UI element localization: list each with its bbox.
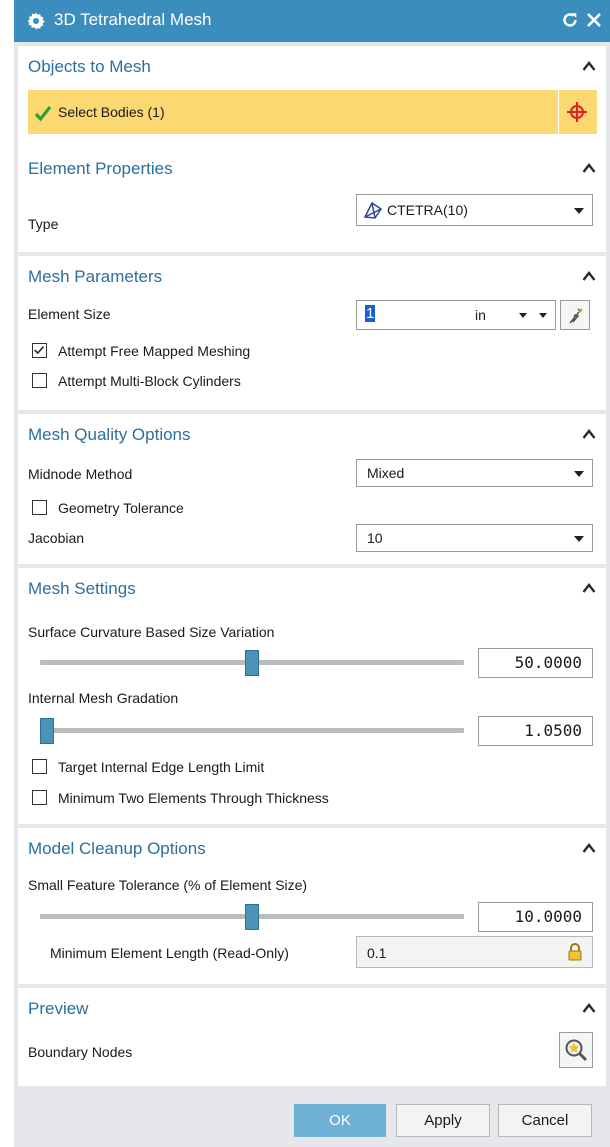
min-element-length-field: 0.1	[356, 936, 593, 968]
element-size-field[interactable]: 1 in	[356, 300, 556, 330]
min-element-length-label: Minimum Element Length (Read-Only)	[50, 945, 289, 961]
element-size-unit[interactable]: in	[475, 307, 486, 323]
collapse-icon[interactable]	[582, 582, 596, 594]
free-mapped-checkbox[interactable]	[32, 343, 47, 358]
jacobian-label: Jacobian	[28, 530, 85, 546]
unit-chevron-icon[interactable]	[519, 313, 527, 318]
collapse-icon[interactable]	[582, 1002, 596, 1014]
small-feature-label: Small Feature Tolerance (% of Element Si…	[28, 877, 308, 893]
collapse-icon[interactable]	[582, 162, 596, 174]
tetra-icon	[363, 201, 383, 219]
internal-gradation-slider[interactable]	[40, 718, 54, 744]
midnode-dropdown[interactable]: Mixed	[356, 459, 593, 487]
collapse-icon[interactable]	[582, 60, 596, 72]
collapse-icon[interactable]	[582, 270, 596, 282]
surface-curvature-label: Surface Curvature Based Size Variation	[28, 624, 275, 640]
preview-title: Preview	[28, 999, 89, 1018]
model-cleanup-panel: Model Cleanup Options Small Feature Tole…	[18, 828, 606, 984]
lock-icon	[568, 943, 582, 961]
chevron-down-icon	[574, 208, 584, 214]
objects-to-mesh-title: Objects to Mesh	[28, 57, 151, 76]
min-two-elements-label: Minimum Two Elements Through Thickness	[58, 790, 329, 806]
magnifier-star-icon	[565, 1039, 588, 1062]
jacobian-dropdown[interactable]: 10	[356, 524, 593, 552]
preview-header[interactable]: Preview	[18, 988, 606, 1030]
mesh-parameters-header[interactable]: Mesh Parameters	[18, 256, 606, 298]
size-assist-button[interactable]	[560, 300, 590, 330]
collapse-icon[interactable]	[582, 428, 596, 440]
multi-block-checkbox[interactable]	[32, 373, 47, 388]
midnode-label: Midnode Method	[28, 466, 133, 482]
select-bodies-label: Select Bodies (1)	[58, 104, 165, 120]
jacobian-value: 10	[367, 530, 383, 546]
select-bodies-row[interactable]: Select Bodies (1)	[28, 90, 597, 134]
geometry-tolerance-checkbox[interactable]	[32, 500, 47, 515]
chevron-down-icon	[574, 471, 584, 477]
small-feature-field[interactable]: 10.0000	[478, 902, 593, 932]
target-edge-checkbox[interactable]	[32, 759, 47, 774]
size-chevron-icon[interactable]	[539, 313, 547, 318]
element-type-dropdown[interactable]: CTETRA(10)	[356, 194, 593, 226]
element-properties-title: Element Properties	[28, 159, 173, 178]
boundary-nodes-label: Boundary Nodes	[28, 1044, 133, 1060]
free-mapped-label: Attempt Free Mapped Meshing	[58, 343, 251, 359]
element-size-label: Element Size	[28, 306, 111, 322]
mesh-settings-title: Mesh Settings	[28, 579, 136, 598]
min-two-elements-checkbox[interactable]	[32, 790, 47, 805]
objects-to-mesh-header[interactable]: Objects to Mesh	[18, 46, 606, 88]
cancel-button[interactable]: Cancel	[498, 1104, 592, 1137]
dialog-title: 3D Tetrahedral Mesh	[54, 10, 212, 29]
preview-panel: Preview Boundary Nodes	[18, 988, 606, 1086]
target-edge-label: Target Internal Edge Length Limit	[58, 759, 265, 775]
apply-button[interactable]: Apply	[396, 1104, 490, 1137]
surface-curvature-slider[interactable]	[245, 650, 259, 676]
collapse-icon[interactable]	[582, 842, 596, 854]
objects-to-mesh-panel: Objects to Mesh Select Bodies (1)	[18, 46, 606, 148]
reset-icon[interactable]	[560, 10, 580, 30]
midnode-value: Mixed	[367, 465, 405, 481]
mesh-settings-header[interactable]: Mesh Settings	[18, 568, 606, 610]
gear-icon[interactable]	[26, 11, 46, 31]
internal-gradation-track[interactable]	[40, 728, 464, 733]
close-icon[interactable]	[584, 10, 604, 30]
mesh-quality-panel: Mesh Quality Options Midnode Method Mixe…	[18, 414, 606, 564]
min-element-length-value: 0.1	[367, 945, 387, 961]
element-size-value[interactable]: 1	[365, 305, 376, 322]
boundary-nodes-button[interactable]	[559, 1032, 593, 1068]
chevron-down-icon	[574, 536, 584, 542]
geometry-tolerance-label: Geometry Tolerance	[58, 500, 184, 516]
green-check-icon	[34, 106, 52, 122]
checkmark-icon	[34, 346, 44, 355]
mesh-dialog: 3D Tetrahedral Mesh Objects to Mesh Sele…	[14, 0, 610, 1147]
internal-gradation-field[interactable]: 1.0500	[478, 716, 593, 746]
internal-gradation-label: Internal Mesh Gradation	[28, 690, 179, 706]
mesh-quality-title: Mesh Quality Options	[28, 425, 191, 444]
element-properties-header[interactable]: Element Properties	[18, 148, 606, 190]
crosshair-icon[interactable]	[566, 101, 588, 123]
lightning-pen-icon	[569, 308, 583, 324]
mesh-parameters-title: Mesh Parameters	[28, 267, 163, 286]
multi-block-label: Attempt Multi-Block Cylinders	[58, 373, 241, 389]
select-divider	[558, 90, 559, 134]
mesh-parameters-panel: Mesh Parameters Element Size 1 in Attemp…	[18, 256, 606, 410]
model-cleanup-header[interactable]: Model Cleanup Options	[18, 828, 606, 870]
type-label: Type	[28, 216, 59, 232]
element-type-value: CTETRA(10)	[387, 202, 468, 218]
title-bar: 3D Tetrahedral Mesh	[14, 0, 610, 42]
model-cleanup-title: Model Cleanup Options	[28, 839, 206, 858]
ok-button[interactable]: OK	[294, 1104, 386, 1137]
element-properties-panel: Element Properties Type CTETRA(10)	[18, 148, 606, 252]
small-feature-slider[interactable]	[245, 904, 259, 930]
mesh-quality-header[interactable]: Mesh Quality Options	[18, 414, 606, 456]
mesh-settings-panel: Mesh Settings Surface Curvature Based Si…	[18, 568, 606, 824]
surface-curvature-field[interactable]: 50.0000	[478, 648, 593, 678]
